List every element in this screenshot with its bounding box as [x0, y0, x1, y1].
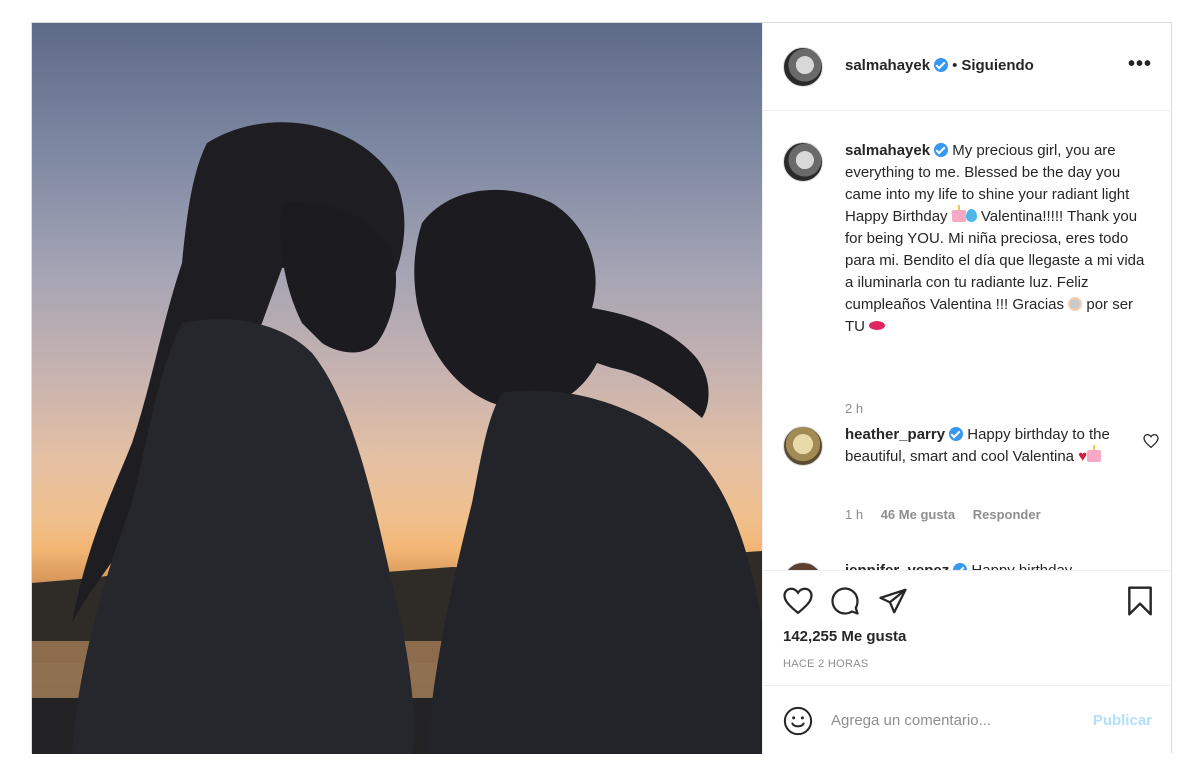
comment-time[interactable]: 1 h	[845, 507, 863, 522]
comment-item: jennifer_yepez Happy birthday	[783, 560, 1163, 570]
caption-item: salmahayek My precious girl, you are eve…	[783, 140, 1163, 416]
verified-badge-icon	[934, 58, 949, 72]
follow-status-button[interactable]: Siguiendo	[961, 57, 1034, 74]
comment-icon[interactable]	[830, 586, 860, 616]
reply-button[interactable]: Responder	[973, 507, 1041, 522]
birthday-cake-icon	[1087, 445, 1102, 462]
comment-text: heather_parry Happy birthday to the beau…	[845, 424, 1145, 468]
post-time-ago[interactable]: HACE 2 HORAS	[783, 658, 869, 670]
add-comment-bar: Agrega un comentario... Publicar	[763, 685, 1172, 754]
verified-badge-icon	[949, 427, 964, 441]
post-header: salmahayek • Siguiendo •••	[763, 23, 1172, 111]
comment-likes[interactable]: 46 Me gusta	[881, 507, 955, 522]
verified-badge-icon	[953, 563, 968, 570]
smiley-icon[interactable]	[783, 706, 813, 736]
paper-plane-icon[interactable]	[878, 586, 908, 616]
comment-like-heart-icon[interactable]	[1143, 434, 1159, 448]
publish-button[interactable]: Publicar	[1093, 712, 1152, 729]
balloon-icon	[965, 209, 977, 222]
comment-text: jennifer_yepez Happy birthday	[845, 560, 1145, 570]
avatar[interactable]	[783, 142, 823, 182]
avatar[interactable]	[783, 562, 823, 570]
person-emoji-icon	[1068, 297, 1083, 311]
comment-item: heather_parry Happy birthday to the beau…	[783, 424, 1163, 534]
comment-meta: 1 h 46 Me gusta Responder	[845, 507, 1055, 522]
bookmark-icon[interactable]	[1126, 585, 1154, 617]
instagram-post-modal: salmahayek • Siguiendo ••• salmahayek My p…	[31, 22, 1172, 754]
caption-meta: 2 h	[845, 401, 877, 416]
heart-icon[interactable]	[783, 587, 813, 615]
comment-username[interactable]: heather_parry	[845, 426, 945, 443]
post-side-panel: salmahayek • Siguiendo ••• salmahayek My p…	[762, 23, 1172, 754]
header-user-line: salmahayek • Siguiendo	[845, 57, 1034, 75]
more-options-icon[interactable]: •••	[1128, 53, 1152, 76]
birthday-cake-icon	[951, 205, 966, 222]
caption-time[interactable]: 2 h	[845, 401, 863, 416]
red-heart-icon: ♥	[1078, 448, 1088, 465]
avatar[interactable]	[783, 47, 823, 87]
kiss-mark-icon	[869, 321, 886, 330]
comment-input[interactable]: Agrega un comentario...	[831, 712, 991, 729]
comment-username[interactable]: jennifer_yepez	[845, 562, 949, 570]
avatar[interactable]	[783, 426, 823, 466]
separator-dot: •	[952, 57, 958, 74]
likes-count[interactable]: 142,255 Me gusta	[783, 628, 906, 645]
caption-text: salmahayek My precious girl, you are eve…	[845, 140, 1145, 338]
post-actions: 142,255 Me gusta HACE 2 HORAS	[763, 570, 1172, 685]
comment-body: Happy birthday	[971, 562, 1072, 570]
post-photo[interactable]	[32, 23, 762, 754]
caption-username[interactable]: salmahayek	[845, 142, 930, 159]
verified-badge-icon	[934, 143, 949, 157]
silhouette-illustration	[32, 122, 762, 754]
header-username[interactable]: salmahayek	[845, 57, 930, 74]
comments-list[interactable]: salmahayek My precious girl, you are eve…	[763, 112, 1172, 570]
